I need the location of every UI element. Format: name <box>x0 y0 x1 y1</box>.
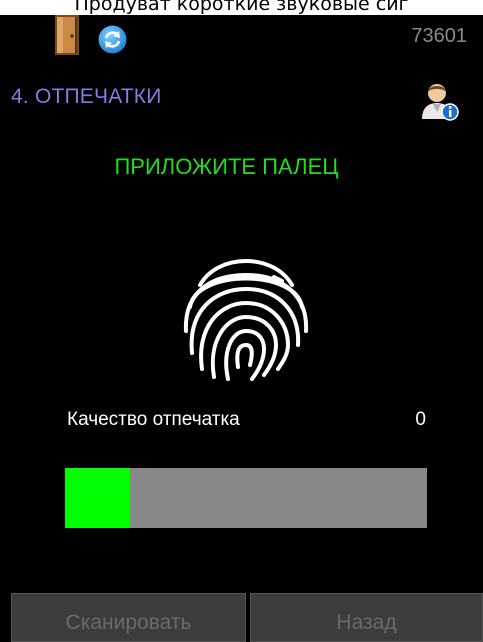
quality-label: Качество отпечатка <box>67 409 240 430</box>
terminal-screen: 73601 4. ОТПЕЧАТКИ ПРИЛОЖИТЕ ПАЛЕЦ Качес… <box>0 15 483 642</box>
scan-button[interactable]: Сканировать <box>11 593 246 642</box>
back-button[interactable]: Назад <box>250 593 483 642</box>
quality-progress-fill <box>65 468 131 528</box>
device-id: 73601 <box>411 25 467 47</box>
sync-icon[interactable] <box>98 25 127 54</box>
door-icon[interactable] <box>55 15 79 55</box>
quality-progress-bar <box>65 468 427 528</box>
user-info-icon[interactable] <box>419 79 459 121</box>
fingerprint-icon <box>183 259 309 381</box>
caption-text: Продуват короткие звуковые сиг <box>74 0 409 15</box>
instruction-text: ПРИЛОЖИТЕ ПАЛЕЦ <box>114 154 339 179</box>
quality-value: 0 <box>415 409 426 430</box>
page-title: 4. ОТПЕЧАТКИ <box>11 85 162 108</box>
